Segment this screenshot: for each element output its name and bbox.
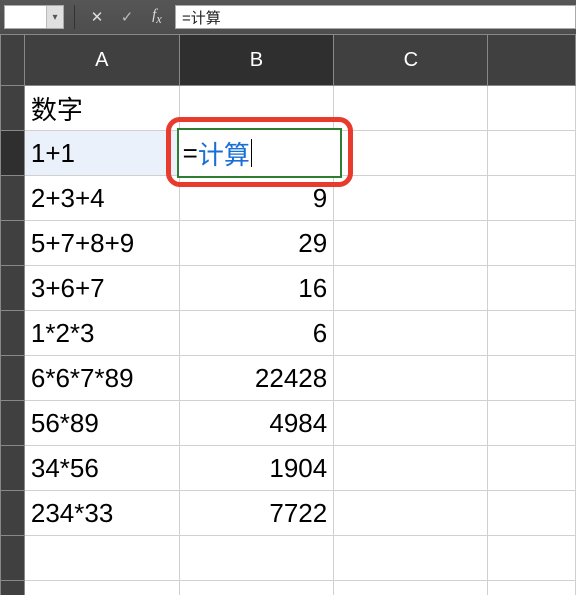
formula-input[interactable]: =计算 <box>175 5 576 29</box>
cell-blank[interactable] <box>488 536 576 581</box>
spreadsheet-grid[interactable]: A B C 数字 1+1 =计算 <box>0 34 576 595</box>
cell-B4[interactable]: 29 <box>179 221 334 266</box>
table-row: 34*56 1904 <box>1 446 576 491</box>
column-header-row: A B C <box>1 35 576 86</box>
cell-A1[interactable]: 数字 <box>24 86 179 131</box>
table-row: 2+3+4 9 <box>1 176 576 221</box>
cell-empty[interactable] <box>334 581 488 595</box>
cell-A2[interactable]: 1+1 <box>24 131 179 176</box>
row-header[interactable] <box>1 266 25 311</box>
style-combo[interactable]: ▾ <box>4 5 64 29</box>
table-row <box>1 581 576 595</box>
row-header[interactable] <box>1 356 25 401</box>
cell-B10[interactable]: 7722 <box>179 491 334 536</box>
cell-B8[interactable]: 4984 <box>179 401 334 446</box>
row-header[interactable] <box>1 446 25 491</box>
cell-A8[interactable]: 56*89 <box>24 401 179 446</box>
cell-B1[interactable] <box>179 86 334 131</box>
row-header[interactable] <box>1 221 25 266</box>
row-header[interactable] <box>1 311 25 356</box>
cell-editor[interactable]: =计算 <box>177 128 343 178</box>
cell-A5[interactable]: 3+6+7 <box>24 266 179 311</box>
chevron-down-icon: ▾ <box>46 6 63 28</box>
cell-blank[interactable] <box>488 446 576 491</box>
cell-C3[interactable] <box>334 176 488 221</box>
cell-blank[interactable] <box>488 311 576 356</box>
cell-blank[interactable] <box>488 581 576 595</box>
table-row <box>1 536 576 581</box>
cell-A3[interactable]: 2+3+4 <box>24 176 179 221</box>
cell-B2[interactable]: =计算 <box>179 131 334 176</box>
cell-C10[interactable] <box>334 491 488 536</box>
row-header[interactable] <box>1 401 25 446</box>
cell-A6[interactable]: 1*2*3 <box>24 311 179 356</box>
cell-B5[interactable]: 16 <box>179 266 334 311</box>
cell-C9[interactable] <box>334 446 488 491</box>
cell-blank[interactable] <box>488 86 576 131</box>
table-row: 234*33 7722 <box>1 491 576 536</box>
cell-A10[interactable]: 234*33 <box>24 491 179 536</box>
table-row: 数字 <box>1 86 576 131</box>
cell-C2[interactable] <box>334 131 488 176</box>
table-row: 5+7+8+9 29 <box>1 221 576 266</box>
row-header[interactable] <box>1 491 25 536</box>
row-header[interactable] <box>1 536 25 581</box>
cell-blank[interactable] <box>488 131 576 176</box>
row-header[interactable] <box>1 131 25 176</box>
cell-empty[interactable] <box>334 536 488 581</box>
formula-input-text: =计算 <box>182 7 221 28</box>
cell-empty[interactable] <box>179 581 334 595</box>
cell-editor-eq: = <box>183 138 198 169</box>
row-header[interactable] <box>1 86 25 131</box>
cell-C5[interactable] <box>334 266 488 311</box>
column-header-blank <box>488 35 576 86</box>
table-row: 6*6*7*89 22428 <box>1 356 576 401</box>
table-row: 3+6+7 16 <box>1 266 576 311</box>
cell-B3[interactable]: 9 <box>179 176 334 221</box>
row-header[interactable] <box>1 581 25 595</box>
cell-B7[interactable]: 22428 <box>179 356 334 401</box>
cell-A9[interactable]: 34*56 <box>24 446 179 491</box>
check-icon[interactable]: ✓ <box>115 6 139 28</box>
table-row: 1+1 =计算 <box>1 131 576 176</box>
column-header-A[interactable]: A <box>24 35 179 86</box>
cell-A4[interactable]: 5+7+8+9 <box>24 221 179 266</box>
cell-blank[interactable] <box>488 266 576 311</box>
separator <box>74 5 75 29</box>
cell-A7[interactable]: 6*6*7*89 <box>24 356 179 401</box>
cell-empty[interactable] <box>179 536 334 581</box>
cell-blank[interactable] <box>488 401 576 446</box>
cell-C4[interactable] <box>334 221 488 266</box>
cell-editor-fn: 计算 <box>198 135 250 172</box>
cell-B9[interactable]: 1904 <box>179 446 334 491</box>
cell-C7[interactable] <box>334 356 488 401</box>
fx-icon[interactable]: fx <box>145 6 169 28</box>
cell-blank[interactable] <box>488 356 576 401</box>
column-header-C[interactable]: C <box>334 35 488 86</box>
text-caret <box>251 139 252 167</box>
cell-B6[interactable]: 6 <box>179 311 334 356</box>
cell-C6[interactable] <box>334 311 488 356</box>
cell-blank[interactable] <box>488 221 576 266</box>
cell-blank[interactable] <box>488 176 576 221</box>
column-header-B[interactable]: B <box>179 35 334 86</box>
cell-C8[interactable] <box>334 401 488 446</box>
cell-empty[interactable] <box>24 581 179 595</box>
cancel-icon[interactable]: ✕ <box>85 6 109 28</box>
formula-bar: ▾ ✕ ✓ fx =计算 <box>0 0 576 35</box>
select-all-corner[interactable] <box>1 35 25 86</box>
row-header[interactable] <box>1 176 25 221</box>
cell-empty[interactable] <box>24 536 179 581</box>
cell-C1[interactable] <box>334 86 488 131</box>
cell-blank[interactable] <box>488 491 576 536</box>
table-row: 1*2*3 6 <box>1 311 576 356</box>
table-row: 56*89 4984 <box>1 401 576 446</box>
